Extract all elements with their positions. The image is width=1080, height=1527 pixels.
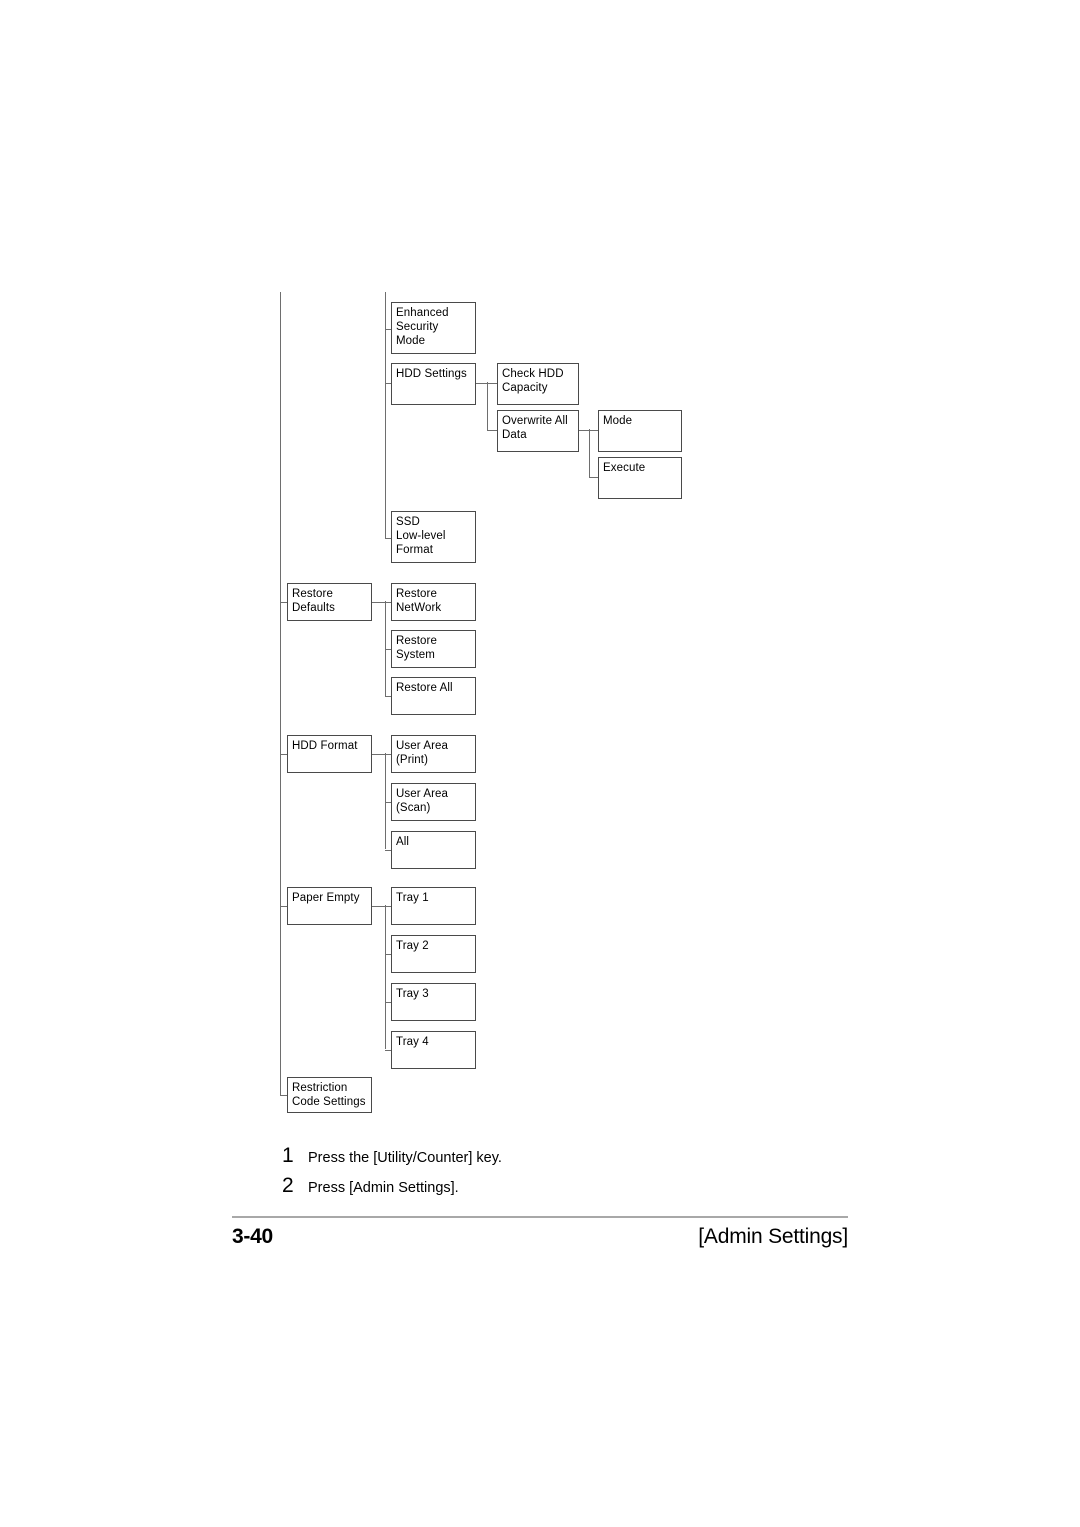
node-overwrite-all-data[interactable]: Overwrite All Data: [497, 410, 579, 452]
connector-restore-defaults-to-children: [372, 602, 386, 603]
node-tray-2[interactable]: Tray 2: [391, 935, 476, 973]
step-text: Press [Admin Settings].: [308, 1180, 459, 1196]
connector-hdd-format-to-children: [372, 754, 386, 755]
node-all[interactable]: All: [391, 831, 476, 869]
node-user-area-scan[interactable]: User Area (Scan): [391, 783, 476, 821]
step-number: 2: [282, 1174, 294, 1197]
tree-spine-level-1: [280, 292, 281, 1095]
step-text: Press the [Utility/Counter] key.: [308, 1150, 502, 1166]
node-tray-4[interactable]: Tray 4: [391, 1031, 476, 1069]
tree-spine-level-4-overwrite: [589, 429, 590, 477]
connector-check-hdd-capacity: [487, 383, 497, 384]
node-paper-empty[interactable]: Paper Empty: [287, 887, 372, 925]
node-tray-1[interactable]: Tray 1: [391, 887, 476, 925]
node-enhanced-security-mode[interactable]: Enhanced Security Mode: [391, 302, 476, 354]
node-user-area-print[interactable]: User Area (Print): [391, 735, 476, 773]
procedure-steps: 1 Press the [Utility/Counter] key. 2 Pre…: [282, 1143, 842, 1203]
node-check-hdd-capacity[interactable]: Check HDD Capacity: [497, 363, 579, 405]
list-item: 2 Press [Admin Settings].: [282, 1173, 842, 1201]
connector-restore-defaults: [280, 602, 287, 603]
node-ssd-low-level-format[interactable]: SSD Low-level Format: [391, 511, 476, 563]
tree-spine-paper-empty-children: [385, 905, 386, 1049]
node-restore-system[interactable]: Restore System: [391, 630, 476, 668]
footer-section-title: [Admin Settings]: [698, 1225, 848, 1248]
step-number: 1: [282, 1144, 294, 1167]
tree-spine-level-3-hdd-settings: [487, 382, 488, 430]
node-restore-network[interactable]: Restore NetWork: [391, 583, 476, 621]
node-restore-defaults[interactable]: Restore Defaults: [287, 583, 372, 621]
node-restore-all[interactable]: Restore All: [391, 677, 476, 715]
list-item: 1 Press the [Utility/Counter] key.: [282, 1143, 842, 1171]
node-restriction-code-settings[interactable]: Restriction Code Settings: [287, 1077, 372, 1113]
connector-overwrite-all-data: [487, 430, 497, 431]
node-tray-3[interactable]: Tray 3: [391, 983, 476, 1021]
footer-divider: [232, 1216, 848, 1218]
page-footer: 3-40 [Admin Settings]: [232, 1216, 848, 1249]
page-number: 3-40: [232, 1225, 273, 1248]
connector-paper-empty: [280, 906, 287, 907]
footer-row: 3-40 [Admin Settings]: [232, 1225, 848, 1249]
node-mode[interactable]: Mode: [598, 410, 682, 452]
connector-restriction-code-settings: [280, 1095, 287, 1096]
connector-paper-empty-to-children: [372, 906, 386, 907]
admin-settings-menu-tree: Enhanced Security Mode HDD Settings Chec…: [0, 0, 1080, 1130]
node-hdd-settings[interactable]: HDD Settings: [391, 363, 476, 405]
connector-hdd-format: [280, 754, 287, 755]
node-execute[interactable]: Execute: [598, 457, 682, 499]
node-hdd-format[interactable]: HDD Format: [287, 735, 372, 773]
tree-spine-hdd-format-children: [385, 753, 386, 849]
